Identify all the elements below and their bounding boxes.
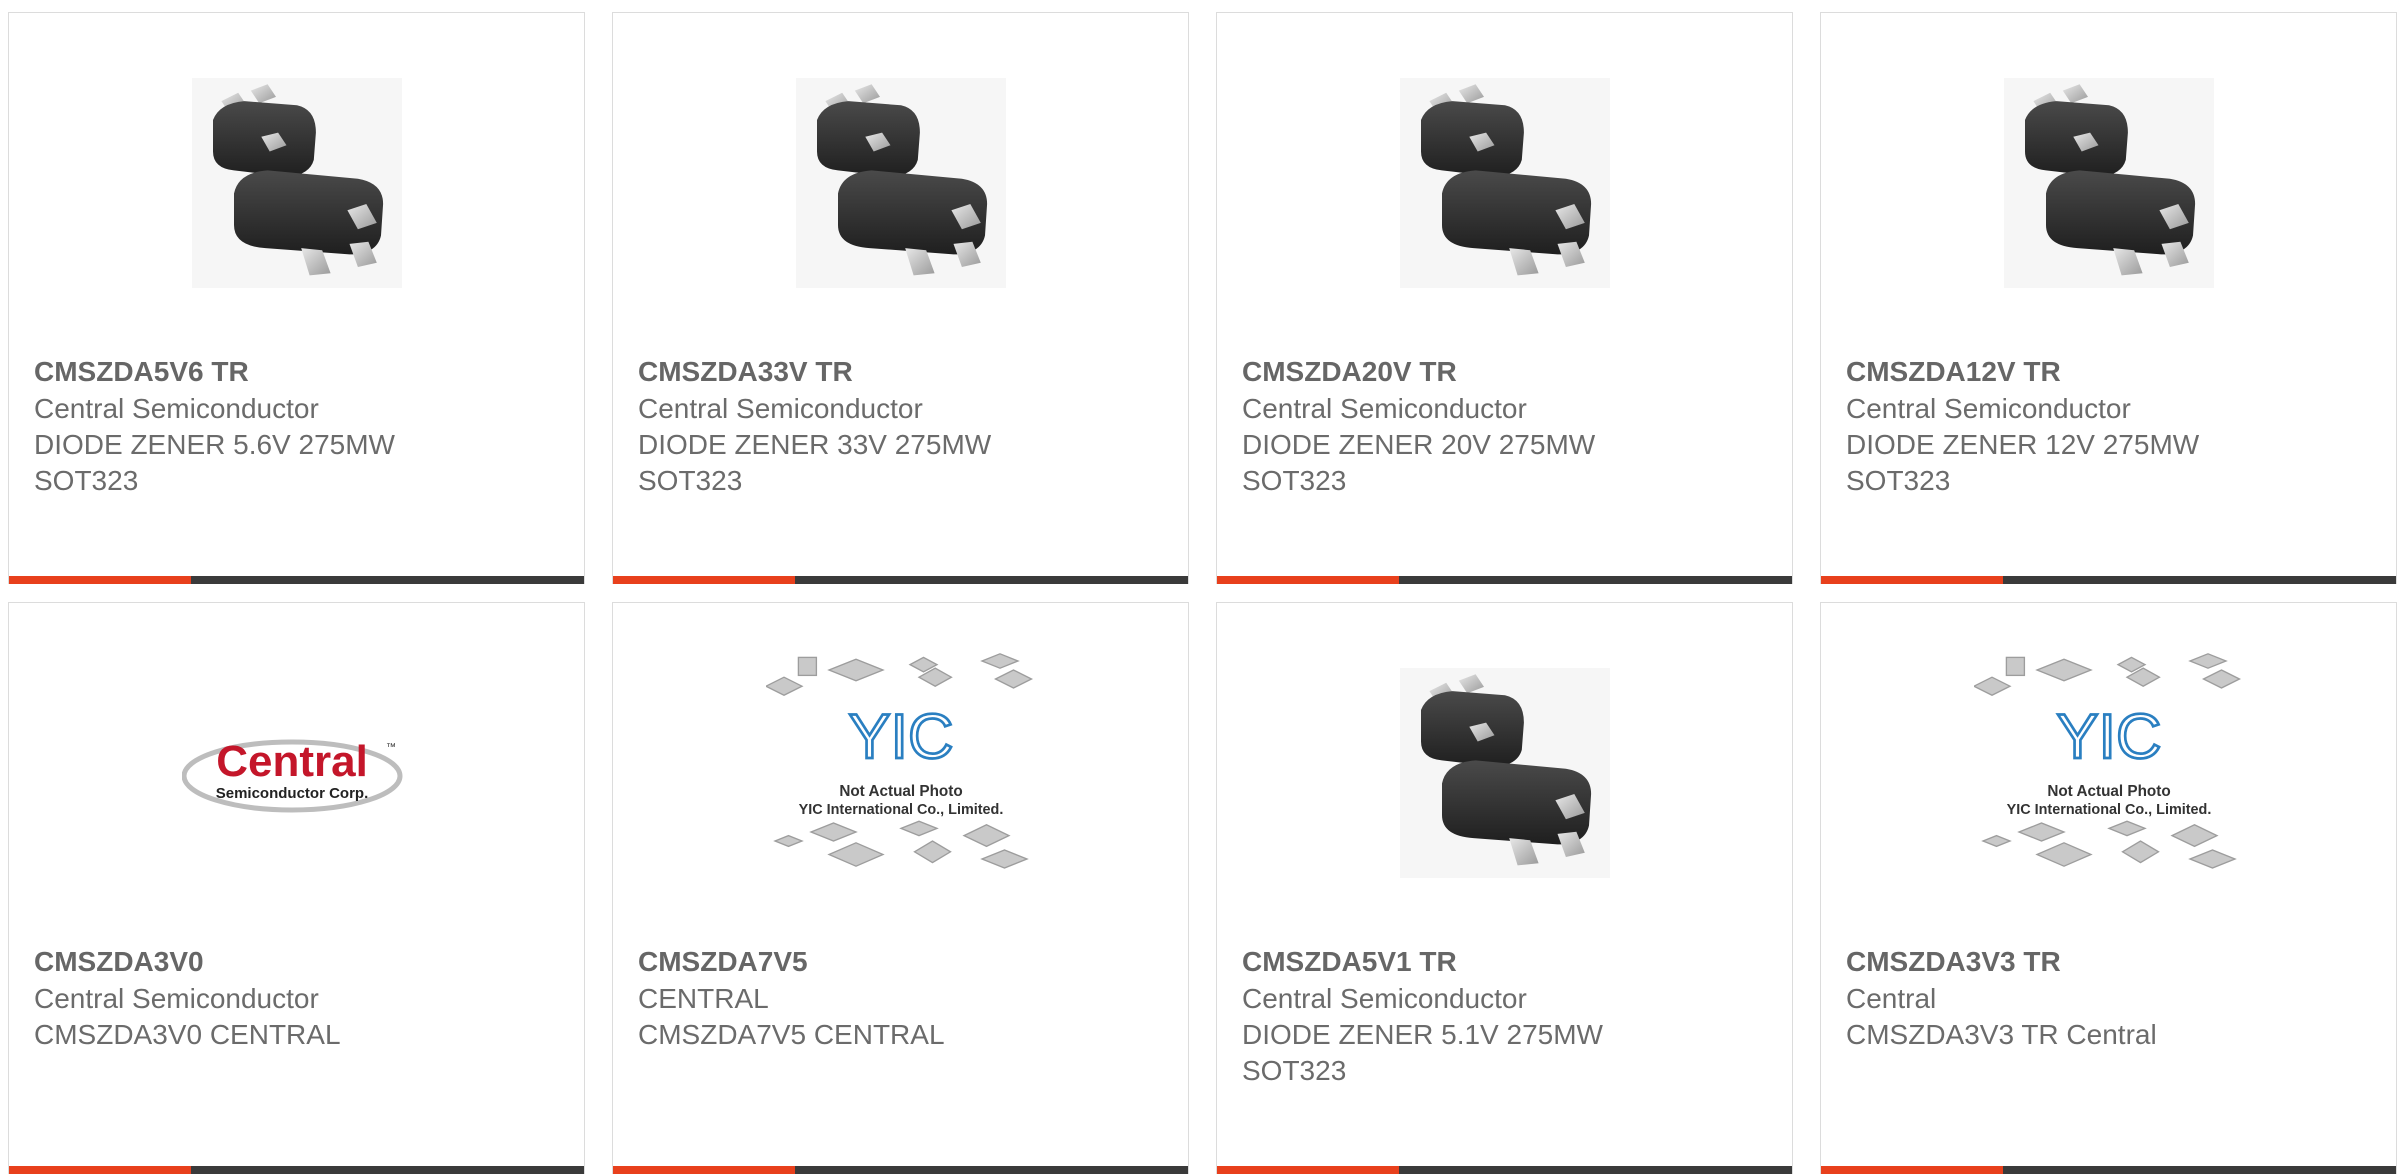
card-accent-bar bbox=[1821, 1166, 2003, 1174]
card-bottom-bar bbox=[1217, 1166, 1792, 1174]
product-card[interactable]: CMSZDA5V1 TR Central Semiconductor DIODE Z… bbox=[1216, 602, 1793, 1174]
part-number-link[interactable]: CMSZDA5V1 TR bbox=[1242, 943, 1772, 981]
product-card[interactable]: CMSZDA5V6 TR Central Semiconductor DIODE Z… bbox=[8, 12, 585, 584]
product-image[interactable] bbox=[1821, 73, 2396, 293]
manufacturer: Central Semiconductor bbox=[1846, 393, 2131, 424]
product-info: CMSZDA33V TR Central Semiconductor DIODE Z… bbox=[638, 353, 1168, 499]
svg-text:YIC International Co., Limited: YIC International Co., Limited. bbox=[798, 802, 1003, 818]
svg-text:™: ™ bbox=[386, 742, 396, 753]
product-card[interactable]: YIC Not Actual Photo YIC International Co.… bbox=[612, 602, 1189, 1174]
product-info: CMSZDA12V TR Central Semiconductor DIODE Z… bbox=[1846, 353, 2376, 499]
part-number-link[interactable]: CMSZDA3V3 TR bbox=[1846, 943, 2376, 981]
part-number-link[interactable]: CMSZDA7V5 bbox=[638, 943, 1168, 981]
product-card[interactable]: CMSZDA33V TR Central Semiconductor DIODE Z… bbox=[612, 12, 1189, 584]
description: DIODE ZENER 33V 275MW bbox=[638, 429, 992, 460]
product-info: CMSZDA3V3 TR Central CMSZDA3V3 TR Central bbox=[1846, 943, 2376, 1053]
card-accent-bar bbox=[1217, 576, 1399, 584]
svg-text:Not Actual Photo: Not Actual Photo bbox=[839, 783, 962, 800]
package: SOT323 bbox=[34, 465, 139, 496]
card-bottom-bar bbox=[1821, 576, 2396, 584]
description: DIODE ZENER 12V 275MW bbox=[1846, 429, 2200, 460]
part-number-link[interactable]: CMSZDA12V TR bbox=[1846, 353, 2376, 391]
product-image[interactable] bbox=[613, 73, 1188, 293]
product-info: CMSZDA5V6 TR Central Semiconductor DIODE Z… bbox=[34, 353, 564, 499]
svg-text:YIC International Co., Limited: YIC International Co., Limited. bbox=[2006, 802, 2211, 818]
product-card[interactable]: CMSZDA12V TR Central Semiconductor DIODE Z… bbox=[1820, 12, 2397, 584]
package: SOT323 bbox=[1846, 465, 1951, 496]
product-info: CMSZDA3V0 Central Semiconductor CMSZDA3V0 … bbox=[34, 943, 564, 1053]
product-card[interactable]: Central ™ Semiconductor Corp. CMSZDA3V0 Cent… bbox=[8, 602, 585, 1174]
manufacturer: Central bbox=[1846, 983, 1937, 1014]
manufacturer: CENTRAL bbox=[638, 983, 769, 1014]
manufacturer: Central Semiconductor bbox=[1242, 393, 1527, 424]
card-bottom-bar bbox=[1821, 1166, 2396, 1174]
svg-text:Central: Central bbox=[216, 737, 368, 786]
card-accent-bar bbox=[613, 576, 795, 584]
part-number-link[interactable]: CMSZDA33V TR bbox=[638, 353, 1168, 391]
part-number-link[interactable]: CMSZDA20V TR bbox=[1242, 353, 1772, 391]
svg-text:YIC: YIC bbox=[848, 702, 953, 772]
card-bottom-bar bbox=[613, 576, 1188, 584]
not-actual-photo-placeholder[interactable]: YIC Not Actual Photo YIC International Co.… bbox=[613, 663, 1188, 883]
description: DIODE ZENER 5.6V 275MW bbox=[34, 429, 395, 460]
part-number-link[interactable]: CMSZDA5V6 TR bbox=[34, 353, 564, 391]
description: CMSZDA7V5 CENTRAL bbox=[638, 1019, 945, 1050]
manufacturer: Central Semiconductor bbox=[638, 393, 923, 424]
package: SOT323 bbox=[1242, 465, 1347, 496]
package: SOT323 bbox=[638, 465, 743, 496]
svg-text:Not Actual Photo: Not Actual Photo bbox=[2047, 783, 2170, 800]
card-accent-bar bbox=[9, 1166, 191, 1174]
manufacturer: Central Semiconductor bbox=[34, 983, 319, 1014]
card-bottom-bar bbox=[9, 1166, 584, 1174]
description: CMSZDA3V0 CENTRAL bbox=[34, 1019, 341, 1050]
not-actual-photo-placeholder[interactable]: YIC Not Actual Photo YIC International Co.… bbox=[1821, 663, 2396, 883]
description: DIODE ZENER 5.1V 275MW bbox=[1242, 1019, 1603, 1050]
svg-text:Semiconductor Corp.: Semiconductor Corp. bbox=[215, 785, 368, 802]
product-info: CMSZDA7V5 CENTRAL CMSZDA7V5 CENTRAL bbox=[638, 943, 1168, 1053]
product-card[interactable]: CMSZDA20V TR Central Semiconductor DIODE Z… bbox=[1216, 12, 1793, 584]
product-info: CMSZDA5V1 TR Central Semiconductor DIODE Z… bbox=[1242, 943, 1772, 1089]
card-accent-bar bbox=[613, 1166, 795, 1174]
product-card[interactable]: YIC Not Actual Photo YIC International Co.… bbox=[1820, 602, 2397, 1174]
manufacturer: Central Semiconductor bbox=[1242, 983, 1527, 1014]
card-accent-bar bbox=[1217, 1166, 1399, 1174]
description: CMSZDA3V3 TR Central bbox=[1846, 1019, 2157, 1050]
card-accent-bar bbox=[9, 576, 191, 584]
card-bottom-bar bbox=[1217, 576, 1792, 584]
central-logo-image[interactable]: Central ™ Semiconductor Corp. bbox=[9, 663, 584, 883]
product-image[interactable] bbox=[1217, 73, 1792, 293]
product-image[interactable] bbox=[1217, 663, 1792, 883]
card-bottom-bar bbox=[9, 576, 584, 584]
package: SOT323 bbox=[1242, 1055, 1347, 1086]
card-bottom-bar bbox=[613, 1166, 1188, 1174]
card-accent-bar bbox=[1821, 576, 2003, 584]
description: DIODE ZENER 20V 275MW bbox=[1242, 429, 1596, 460]
svg-text:YIC: YIC bbox=[2056, 702, 2161, 772]
manufacturer: Central Semiconductor bbox=[34, 393, 319, 424]
product-image[interactable] bbox=[9, 73, 584, 293]
part-number-link[interactable]: CMSZDA3V0 bbox=[34, 943, 564, 981]
product-info: CMSZDA20V TR Central Semiconductor DIODE Z… bbox=[1242, 353, 1772, 499]
